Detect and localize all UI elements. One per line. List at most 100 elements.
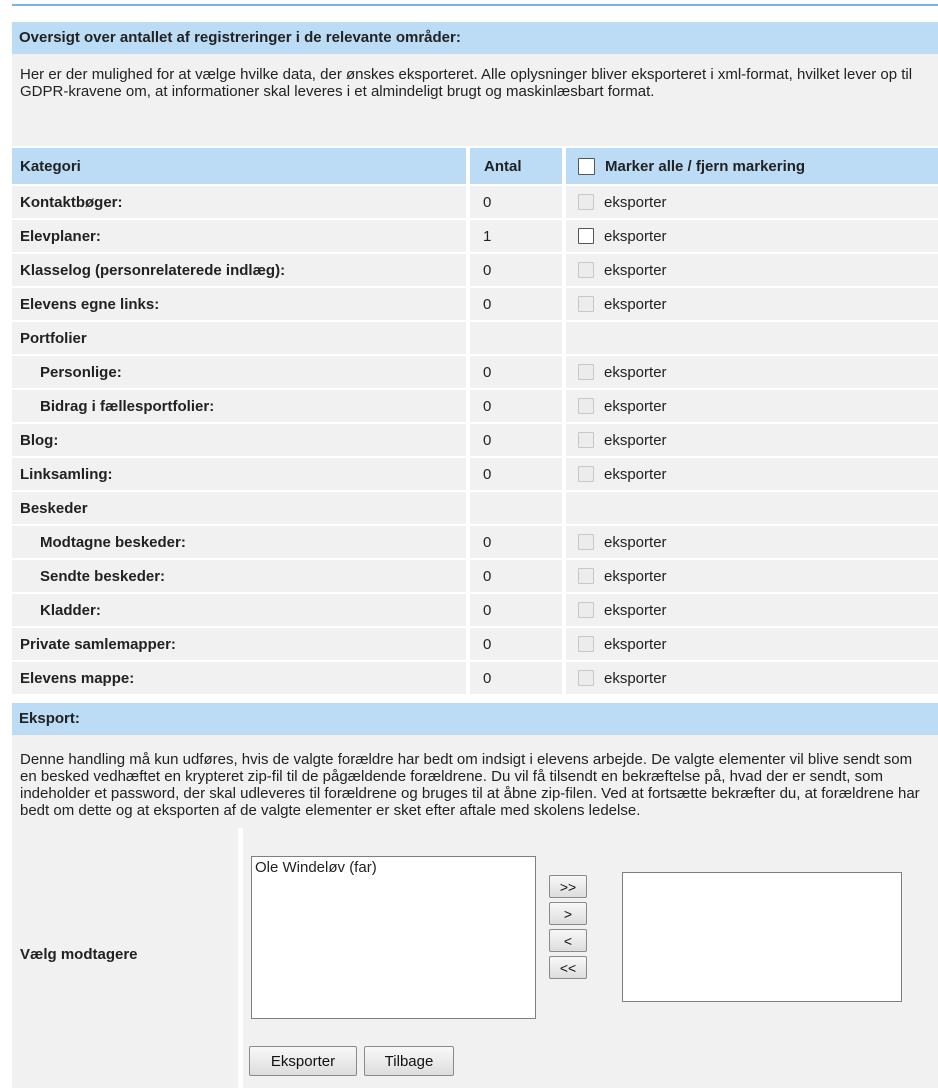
- export-label: eksporter: [604, 533, 667, 551]
- row-export-cell: eksporter: [566, 422, 938, 456]
- row-count: 0: [470, 252, 562, 286]
- row-category-label: Portfolier: [12, 320, 466, 354]
- remove-button[interactable]: <: [549, 929, 587, 952]
- row-category-label: Sendte beskeder:: [12, 558, 466, 592]
- export-description: Denne handling må kun udføres, hvis de v…: [12, 735, 938, 828]
- table-row: Elevplaner: 1 eksporter: [12, 218, 938, 252]
- table-row: Kontaktbøger: 0 eksporter: [12, 184, 938, 218]
- row-export-cell: eksporter: [566, 286, 938, 320]
- table-row: Sendte beskeder: 0 eksporter: [12, 558, 938, 592]
- row-export-cell: [566, 320, 938, 354]
- export-checkbox: [578, 364, 594, 380]
- row-count: 1: [470, 218, 562, 252]
- row-category-label: Linksamling:: [12, 456, 466, 490]
- row-count: 0: [470, 354, 562, 388]
- export-checkbox: [578, 602, 594, 618]
- table-row: Modtagne beskeder: 0 eksporter: [12, 524, 938, 558]
- table-row: Private samlemapper: 0 eksporter: [12, 626, 938, 660]
- row-export-cell: eksporter: [566, 558, 938, 592]
- row-category-label: Private samlemapper:: [12, 626, 466, 660]
- row-count: 0: [470, 456, 562, 490]
- export-label: eksporter: [604, 601, 667, 619]
- row-export-cell: eksporter: [566, 524, 938, 558]
- row-category-label: Elevens egne links:: [12, 286, 466, 320]
- row-count: 0: [470, 286, 562, 320]
- row-count: [470, 490, 562, 524]
- export-checkbox: [578, 636, 594, 652]
- row-export-cell: eksporter: [566, 252, 938, 286]
- row-count: 0: [470, 660, 562, 694]
- row-count: 0: [470, 524, 562, 558]
- header-category: Kategori: [12, 148, 466, 184]
- table-row: Elevens mappe: 0 eksporter: [12, 660, 938, 694]
- row-count: 0: [470, 388, 562, 422]
- row-count: 0: [470, 422, 562, 456]
- category-table: Kategori Antal Marker alle / fjern marke…: [12, 148, 938, 694]
- export-checkbox: [578, 194, 594, 210]
- select-all-checkbox[interactable]: [578, 157, 595, 175]
- select-all-label: Marker alle / fjern markering: [605, 157, 806, 175]
- select-all-toggle[interactable]: Marker alle / fjern markering: [566, 148, 938, 184]
- row-count: 0: [470, 626, 562, 660]
- overview-title: Oversigt over antallet af registreringer…: [12, 22, 938, 54]
- export-checkbox: [578, 534, 594, 550]
- row-category-label: Personlige:: [12, 354, 466, 388]
- row-category-label: Modtagne beskeder:: [12, 524, 466, 558]
- export-label: eksporter: [604, 465, 667, 483]
- row-export-cell: eksporter: [566, 456, 938, 490]
- export-checkbox: [578, 670, 594, 686]
- export-label: eksporter: [604, 261, 667, 279]
- row-count: [470, 320, 562, 354]
- recipients-area: Ole Windeløv (far) >> > < << Eksporter T…: [243, 828, 938, 1088]
- export-label: eksporter: [604, 431, 667, 449]
- export-label: eksporter: [604, 567, 667, 585]
- export-label: eksporter: [604, 363, 667, 381]
- remove-all-button[interactable]: <<: [549, 956, 587, 979]
- table-row: Klasselog (personrelaterede indlæg): 0 eks…: [12, 252, 938, 286]
- table-row: Blog: 0 eksporter: [12, 422, 938, 456]
- overview-description: Her er der mulighed for at vælge hvilke …: [12, 54, 938, 146]
- export-label: eksporter: [604, 295, 667, 313]
- export-label: eksporter: [604, 397, 667, 415]
- export-page: Oversigt over antallet af registreringer…: [0, 0, 938, 1088]
- row-category-label: Beskeder: [12, 490, 466, 524]
- add-all-button[interactable]: >>: [549, 875, 587, 898]
- row-export-cell: eksporter: [566, 354, 938, 388]
- row-category-label: Klasselog (personrelaterede indlæg):: [12, 252, 466, 286]
- table-row: Bidrag i fællesportfolier: 0 eksporter: [12, 388, 938, 422]
- export-button[interactable]: Eksporter: [249, 1046, 357, 1076]
- export-label: eksporter: [604, 227, 667, 245]
- export-checkbox[interactable]: [578, 228, 594, 244]
- row-category-label: Blog:: [12, 422, 466, 456]
- table-row: Elevens egne links: 0 eksporter: [12, 286, 938, 320]
- row-export-cell: [566, 490, 938, 524]
- available-recipients-list[interactable]: Ole Windeløv (far): [251, 856, 536, 1019]
- row-export-cell: eksporter: [566, 626, 938, 660]
- export-label: eksporter: [604, 193, 667, 211]
- row-count: 0: [470, 592, 562, 626]
- selected-recipients-list[interactable]: [622, 872, 902, 1002]
- row-export-cell: eksporter: [566, 592, 938, 626]
- export-checkbox: [578, 568, 594, 584]
- table-header: Kategori Antal Marker alle / fjern marke…: [12, 148, 938, 184]
- row-category-label: Elevplaner:: [12, 218, 466, 252]
- export-checkbox: [578, 466, 594, 482]
- export-label: eksporter: [604, 669, 667, 687]
- row-category-label: Elevens mappe:: [12, 660, 466, 694]
- row-export-cell[interactable]: eksporter: [566, 218, 938, 252]
- add-button[interactable]: >: [549, 902, 587, 925]
- recipients-label-cell: Vælg modtagere: [12, 828, 238, 1088]
- recipients-label: Vælg modtagere: [20, 946, 138, 963]
- export-checkbox: [578, 398, 594, 414]
- row-category-label: Kladder:: [12, 592, 466, 626]
- row-count: 0: [470, 184, 562, 218]
- row-export-cell: eksporter: [566, 388, 938, 422]
- export-checkbox: [578, 432, 594, 448]
- list-item[interactable]: Ole Windeløv (far): [255, 859, 532, 876]
- table-body: Kontaktbøger: 0 eksporter Elevplaner: 1 ekspo…: [12, 184, 938, 694]
- back-button[interactable]: Tilbage: [364, 1046, 454, 1076]
- row-category-label: Bidrag i fællesportfolier:: [12, 388, 466, 422]
- table-row: Linksamling: 0 eksporter: [12, 456, 938, 490]
- row-category-label: Kontaktbøger:: [12, 184, 466, 218]
- export-label: eksporter: [604, 635, 667, 653]
